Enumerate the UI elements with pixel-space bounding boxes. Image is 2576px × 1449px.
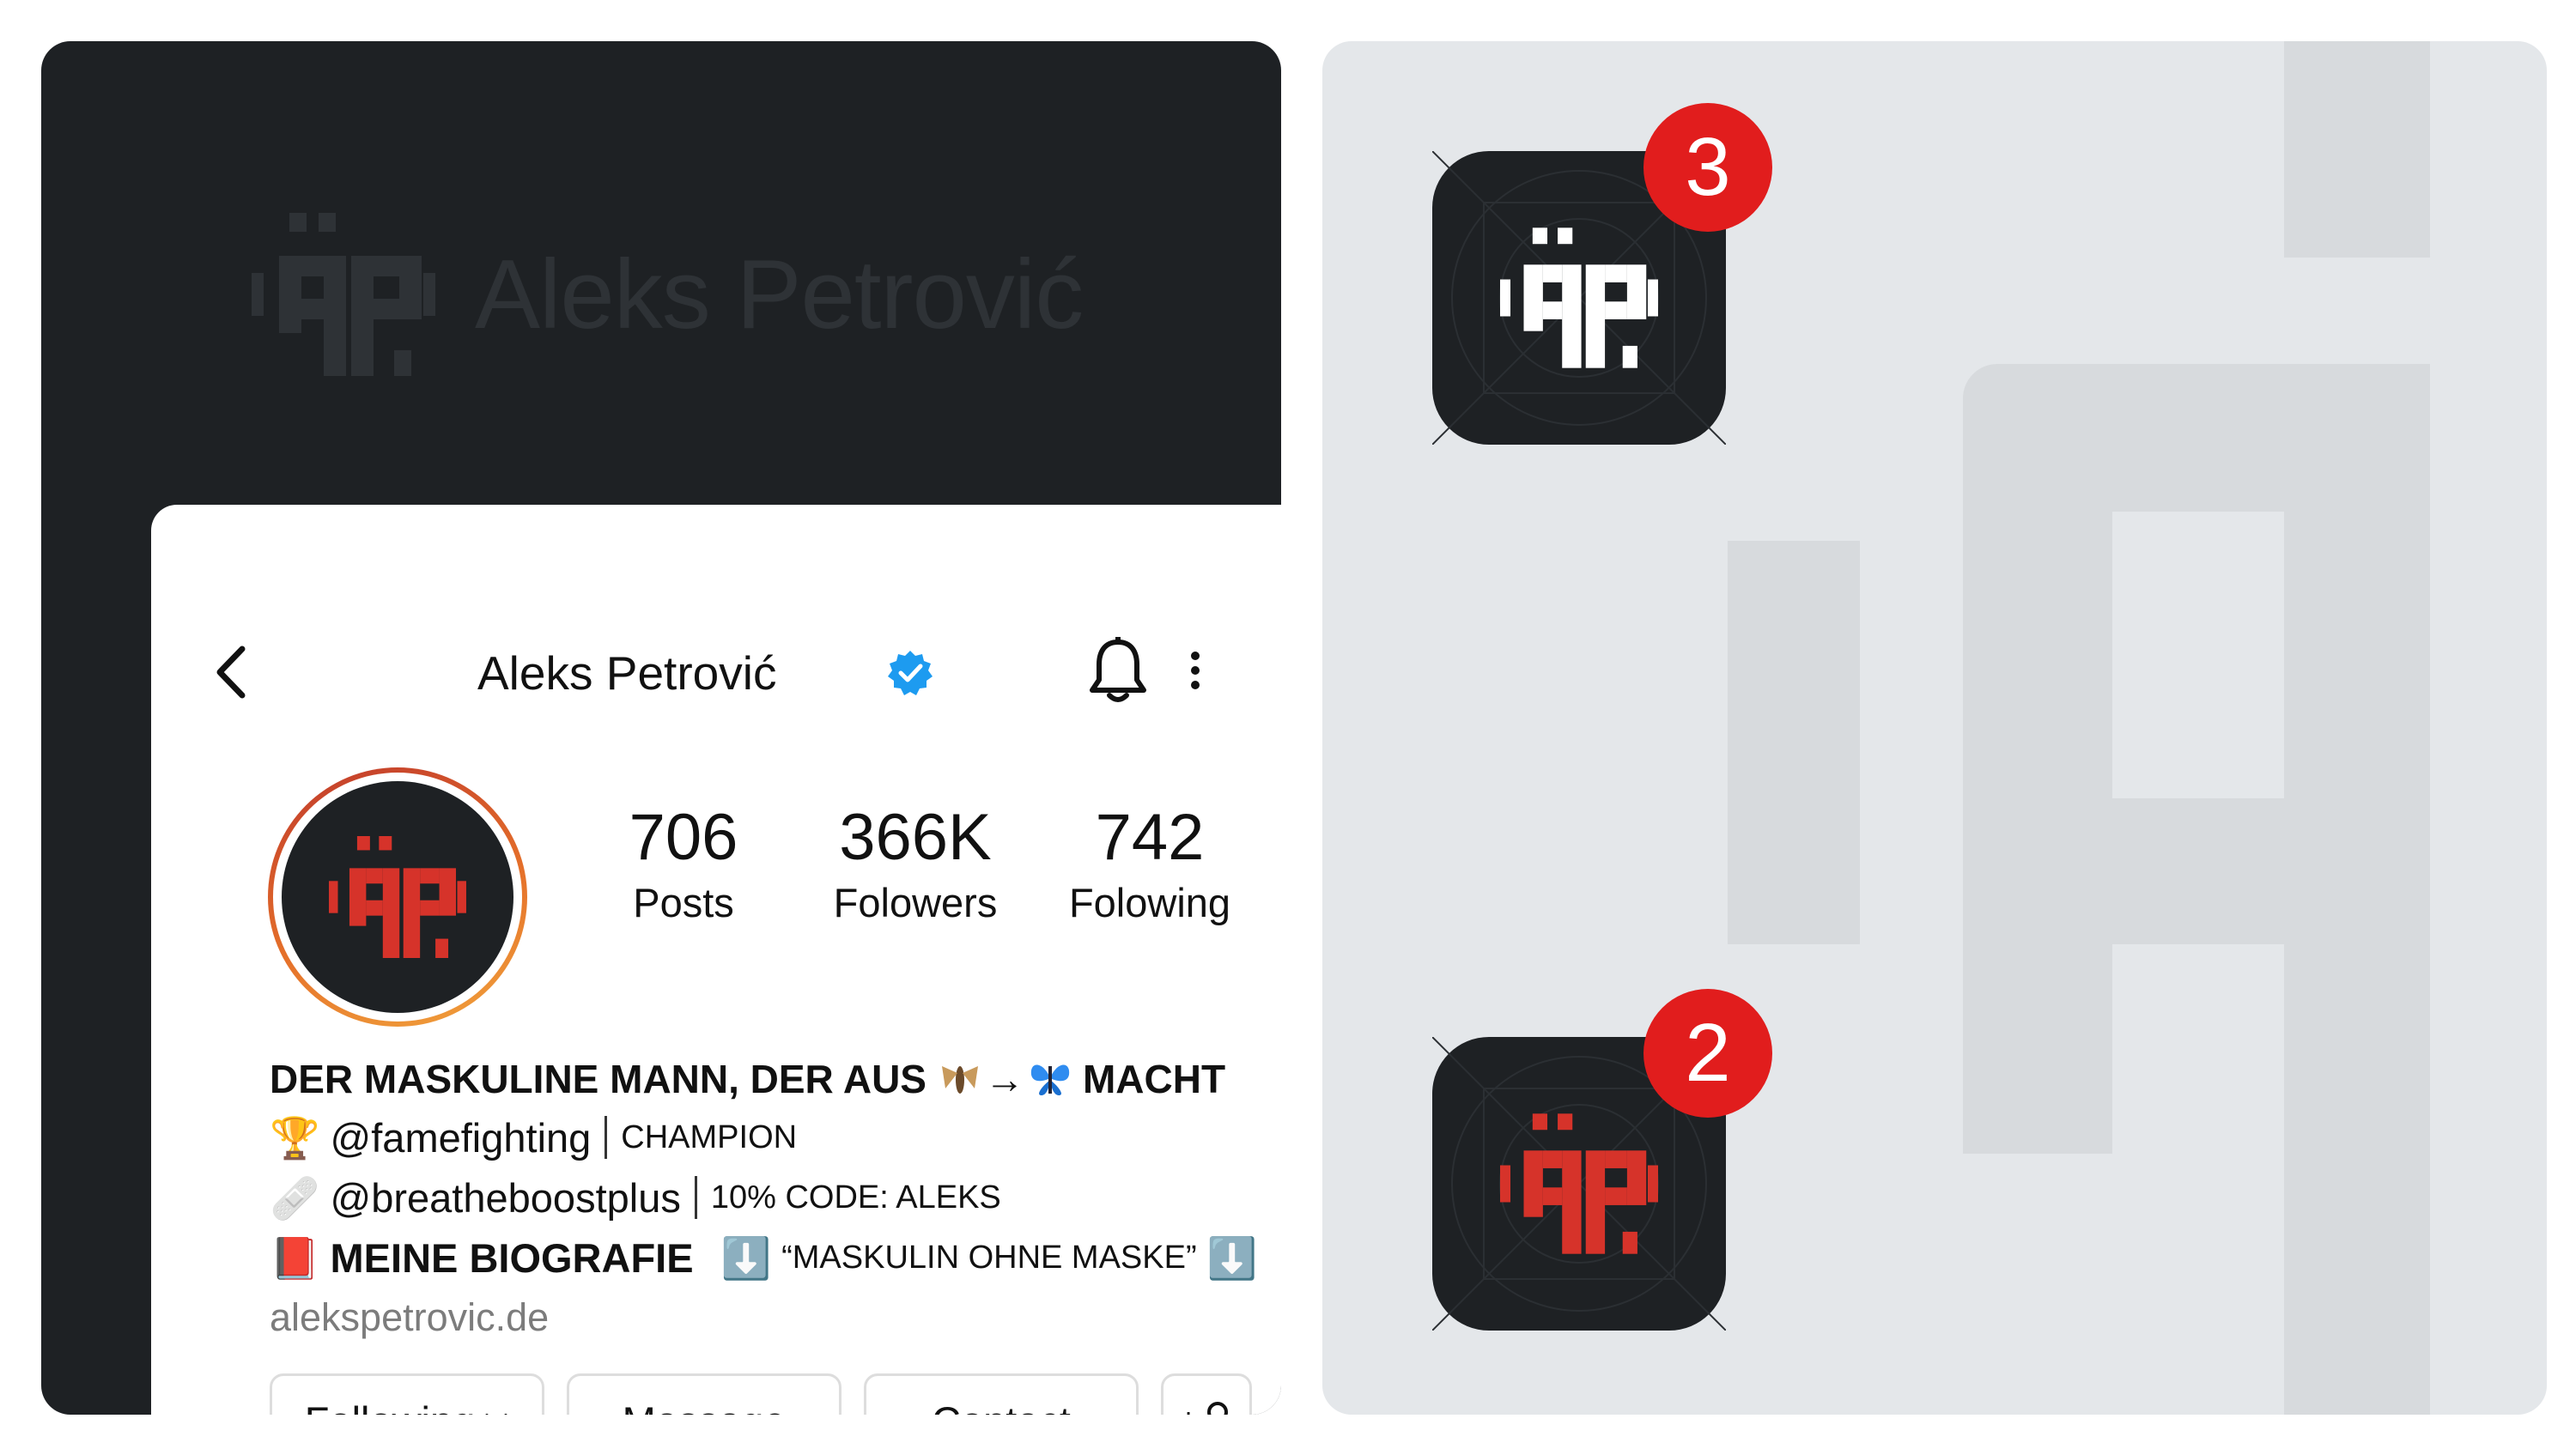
profile-card: Aleks Petrović 706 Posts 366K Folowers 7…	[151, 505, 1281, 1415]
decorative-cutout	[2112, 512, 2284, 798]
following-button[interactable]: Following	[270, 1373, 544, 1415]
background-brand-name: Aleks Petrović	[475, 239, 1084, 349]
contact-button[interactable]: Contact	[864, 1373, 1139, 1415]
left-panel: Aleks Petrović Aleks Petrović 706 Posts …	[41, 41, 1281, 1415]
bio-title-arrow: →	[984, 1057, 1024, 1101]
bio-line-biography: 📕 MEINE BIOGRAFIE ⬇️ “MASKULIN OHNE MASK…	[270, 1236, 1257, 1279]
followers-count: 366K	[839, 801, 992, 874]
more-options-button[interactable]	[1187, 649, 1204, 692]
following-count: 742	[1095, 801, 1205, 874]
message-button[interactable]: Massage	[567, 1373, 841, 1415]
following-button-label: Following	[305, 1397, 476, 1416]
add-user-plus: +	[1178, 1402, 1198, 1416]
decorative-shape	[1728, 541, 1860, 944]
add-user-button[interactable]: +	[1161, 1373, 1252, 1415]
book-icon: 📕	[270, 1234, 320, 1281]
bandage-icon: 🩹	[270, 1174, 320, 1221]
butterfly-icon	[1030, 1064, 1070, 1095]
bio-line3-note: “MASKULIN OHNE MASKE”	[781, 1240, 1197, 1276]
moth-icon	[941, 1066, 978, 1094]
stat-posts[interactable]: 706 Posts	[598, 801, 769, 925]
more-vertical-icon	[1191, 652, 1200, 689]
chevron-left-icon	[216, 646, 246, 699]
followers-label: Folowers	[833, 880, 998, 925]
ap-logo-icon	[252, 213, 435, 376]
decorative-cutout	[2112, 944, 2284, 1154]
profile-username: Aleks Petrović	[477, 646, 777, 700]
bell-icon	[1090, 637, 1146, 702]
notification-badge: 2	[1643, 989, 1772, 1118]
user-icon	[1206, 1402, 1228, 1415]
app-icon-white[interactable]: 3	[1432, 103, 1772, 445]
down-arrow-icon: ⬇️	[720, 1234, 772, 1281]
profile-bio: DER MASKULINE MANN, DER AUS → MACHT �	[270, 1059, 1257, 1337]
trophy-icon: 🏆	[270, 1114, 320, 1161]
avatar-image	[282, 781, 513, 1013]
notifications-bell-button[interactable]	[1085, 635, 1151, 707]
posts-label: Posts	[633, 880, 734, 925]
bio-line-breatheboost: 🩹 @breatheboostplus 10% CODE: ALEKS	[270, 1176, 1257, 1219]
following-label: Folowing	[1068, 880, 1231, 925]
ap-logo-icon	[329, 836, 466, 958]
website-link[interactable]: alekspetrovic.de	[270, 1298, 1257, 1337]
bio-line-famefighting: 🏆 @famefighting CHAMPION	[270, 1116, 1257, 1159]
message-button-label: Massage	[623, 1397, 787, 1416]
app-icon-red[interactable]: 2	[1432, 989, 1772, 1331]
background-brand-lockup: Aleks Petrović	[252, 213, 1084, 376]
decorative-shape	[2284, 900, 2430, 1415]
bio-line3-title: MEINE BIOGRAFIE	[330, 1234, 694, 1281]
bio-line2-note: 10% CODE: ALEKS	[710, 1179, 1001, 1216]
back-button[interactable]	[208, 644, 254, 700]
avatar-ring	[273, 773, 522, 1022]
posts-count: 706	[629, 801, 738, 874]
contact-button-label: Contact	[932, 1397, 1071, 1416]
profile-header: Aleks Petrović	[151, 634, 1281, 711]
bio-title-part2: MACHT	[1082, 1057, 1226, 1101]
famefighting-link[interactable]: @famefighting	[331, 1118, 592, 1158]
verified-badge-icon	[888, 651, 933, 695]
divider	[605, 1116, 608, 1159]
divider	[694, 1176, 697, 1219]
bio-title-part1: DER MASKULINE MANN, DER AUS	[270, 1057, 927, 1101]
down-arrow-icon: ⬇️	[1206, 1234, 1258, 1281]
right-panel: 3 2	[1322, 41, 2547, 1415]
profile-avatar[interactable]	[268, 767, 527, 1027]
notification-badge: 3	[1643, 103, 1772, 232]
ap-logo-icon	[1500, 227, 1658, 368]
stat-following[interactable]: 742 Folowing	[1017, 801, 1281, 925]
ap-logo-icon	[1500, 1113, 1658, 1254]
bio-line1-note: CHAMPION	[621, 1119, 798, 1155]
breatheboostplus-link[interactable]: @breatheboostplus	[331, 1178, 681, 1218]
chevron-down-icon	[485, 1414, 507, 1415]
stat-followers[interactable]: 366K Folowers	[787, 801, 1044, 925]
bio-title: DER MASKULINE MANN, DER AUS → MACHT	[270, 1059, 1257, 1099]
decorative-shape	[2284, 41, 2430, 258]
